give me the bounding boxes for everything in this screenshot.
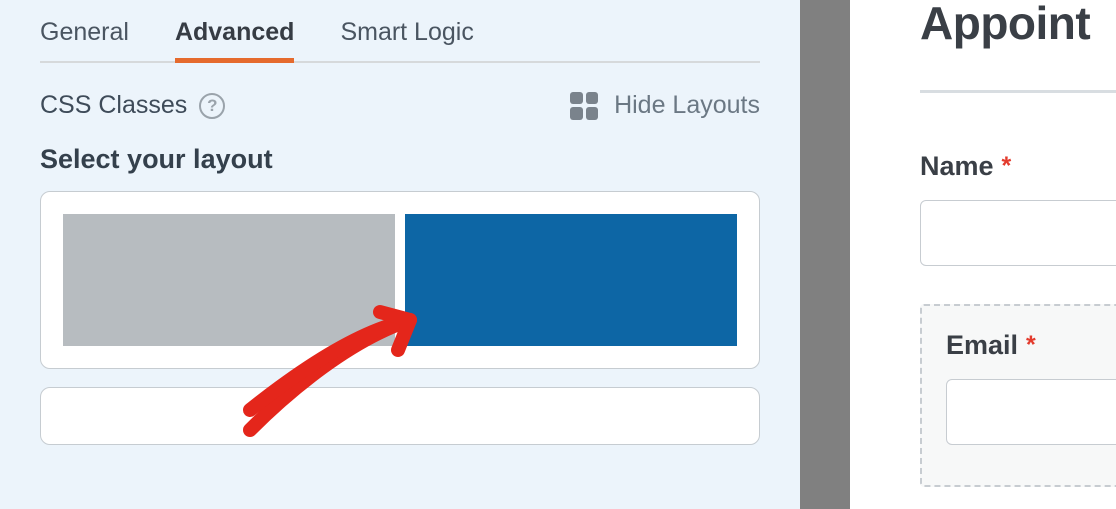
css-classes-label-group: CSS Classes ? [40,91,225,120]
preview-divider [920,90,1116,93]
panel-gutter [800,0,850,509]
help-icon[interactable]: ? [199,93,225,119]
name-input[interactable] [920,200,1116,266]
name-label-text: Name [920,151,994,182]
select-layout-heading: Select your layout [40,144,760,175]
settings-tabs: General Advanced Smart Logic [40,10,760,63]
layout-half-right-selected[interactable] [405,214,737,346]
email-input[interactable] [946,379,1116,445]
name-field-label: Name * [920,151,1116,182]
tab-general[interactable]: General [40,10,129,61]
layout-row [63,214,737,346]
tab-advanced[interactable]: Advanced [175,10,294,61]
email-field-dashed-box[interactable]: Email * [920,304,1116,487]
layout-half-left[interactable] [63,214,395,346]
layout-preview-card [40,191,760,369]
hide-layouts-button[interactable]: Hide Layouts [570,91,760,120]
form-preview-panel: Appoint Name * Email * [850,0,1116,509]
required-asterisk: * [1002,152,1012,181]
form-title: Appoint [920,0,1116,50]
grid-icon [570,92,598,120]
css-classes-label: CSS Classes [40,91,187,120]
email-label-text: Email [946,330,1018,361]
settings-panel: General Advanced Smart Logic CSS Classes… [0,0,800,509]
settings-inner: General Advanced Smart Logic CSS Classes… [40,0,760,445]
email-field-label: Email * [946,330,1116,361]
tab-smart-logic[interactable]: Smart Logic [340,10,473,61]
app-root: General Advanced Smart Logic CSS Classes… [0,0,1116,509]
required-asterisk: * [1026,331,1036,360]
css-classes-row: CSS Classes ? Hide Layouts [40,91,760,120]
hide-layouts-label: Hide Layouts [614,91,760,120]
css-classes-input[interactable] [40,387,760,445]
